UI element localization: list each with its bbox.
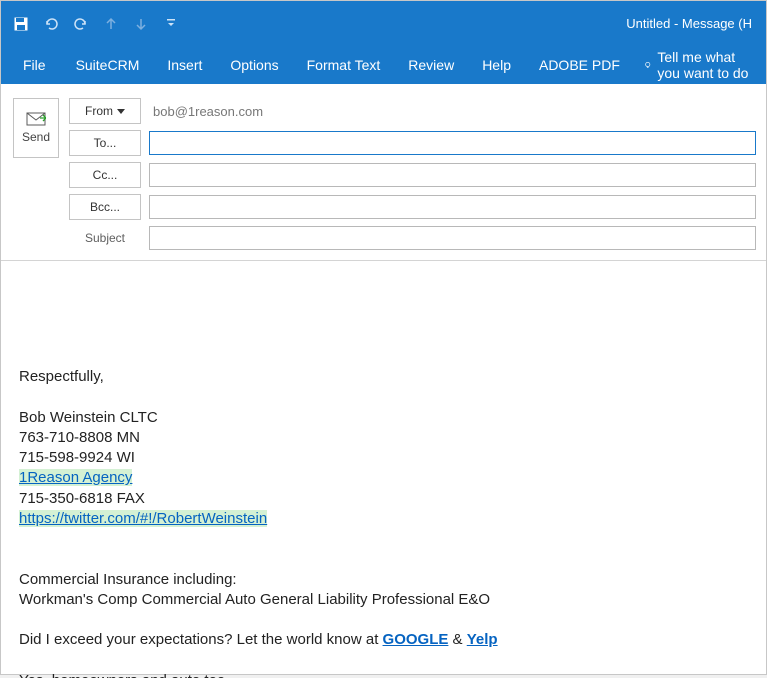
arrow-up-icon[interactable] bbox=[99, 12, 123, 36]
insurance-list: Workman's Comp Commercial Auto General L… bbox=[19, 590, 748, 610]
tab-review[interactable]: Review bbox=[394, 46, 468, 84]
qat-customize-icon[interactable] bbox=[159, 12, 183, 36]
redo-icon[interactable] bbox=[69, 12, 93, 36]
tell-me-search[interactable]: Tell me what you want to do bbox=[634, 49, 760, 81]
agency-link[interactable]: 1Reason Agency bbox=[19, 469, 132, 486]
from-button[interactable]: From bbox=[69, 98, 141, 124]
to-button[interactable]: To... bbox=[69, 130, 141, 156]
bcc-field[interactable] bbox=[149, 195, 756, 219]
sig-phone-wi: 715-598-9924 WI bbox=[19, 448, 748, 468]
lightbulb-icon bbox=[644, 58, 652, 72]
tab-help[interactable]: Help bbox=[468, 46, 525, 84]
to-field[interactable] bbox=[149, 131, 756, 155]
title-bar: Untitled - Message (H bbox=[1, 1, 766, 46]
tell-me-label: Tell me what you want to do bbox=[657, 49, 750, 81]
outlook-compose-window: Untitled - Message (H File SuiteCRM Inse… bbox=[0, 0, 767, 675]
tab-suitecrm[interactable]: SuiteCRM bbox=[62, 46, 154, 84]
tab-format-text[interactable]: Format Text bbox=[293, 46, 395, 84]
sig-phone-mn: 763-710-8808 MN bbox=[19, 428, 748, 448]
google-link[interactable]: GOOGLE bbox=[383, 631, 449, 648]
subject-label: Subject bbox=[69, 231, 141, 245]
twitter-link[interactable]: https://twitter.com/#!/RobertWeinstein bbox=[19, 510, 267, 527]
tab-insert[interactable]: Insert bbox=[153, 46, 216, 84]
tab-adobe-pdf[interactable]: ADOBE PDF bbox=[525, 46, 634, 84]
compose-header: Send From bob@1reason.com To... Cc... bbox=[1, 84, 766, 261]
sig-greeting: Respectfully, bbox=[19, 367, 748, 387]
subject-field[interactable] bbox=[149, 226, 756, 250]
cc-button[interactable]: Cc... bbox=[69, 162, 141, 188]
bcc-button[interactable]: Bcc... bbox=[69, 194, 141, 220]
undo-icon[interactable] bbox=[39, 12, 63, 36]
homeowners-line: Yes, homeowners and auto too bbox=[19, 671, 748, 678]
arrow-down-icon[interactable] bbox=[129, 12, 153, 36]
insurance-heading: Commercial Insurance including: bbox=[19, 570, 748, 590]
chevron-down-icon bbox=[117, 109, 125, 114]
sig-fax: 715-350-6818 FAX bbox=[19, 489, 748, 509]
message-body[interactable]: Respectfully, Bob Weinstein CLTC 763-710… bbox=[1, 261, 766, 678]
from-value: bob@1reason.com bbox=[149, 104, 756, 119]
yelp-link[interactable]: Yelp bbox=[467, 631, 498, 648]
save-icon[interactable] bbox=[9, 12, 33, 36]
quick-access-toolbar bbox=[9, 12, 183, 36]
ribbon: File SuiteCRM Insert Options Format Text… bbox=[1, 46, 766, 84]
envelope-icon bbox=[26, 112, 46, 126]
review-line: Did I exceed your expectations? Let the … bbox=[19, 630, 748, 650]
window-title: Untitled - Message (H bbox=[183, 16, 758, 31]
sig-name: Bob Weinstein CLTC bbox=[19, 408, 748, 428]
cc-field[interactable] bbox=[149, 163, 756, 187]
send-label: Send bbox=[22, 130, 50, 144]
tab-options[interactable]: Options bbox=[216, 46, 292, 84]
send-button[interactable]: Send bbox=[13, 98, 59, 158]
tab-file[interactable]: File bbox=[7, 46, 62, 84]
